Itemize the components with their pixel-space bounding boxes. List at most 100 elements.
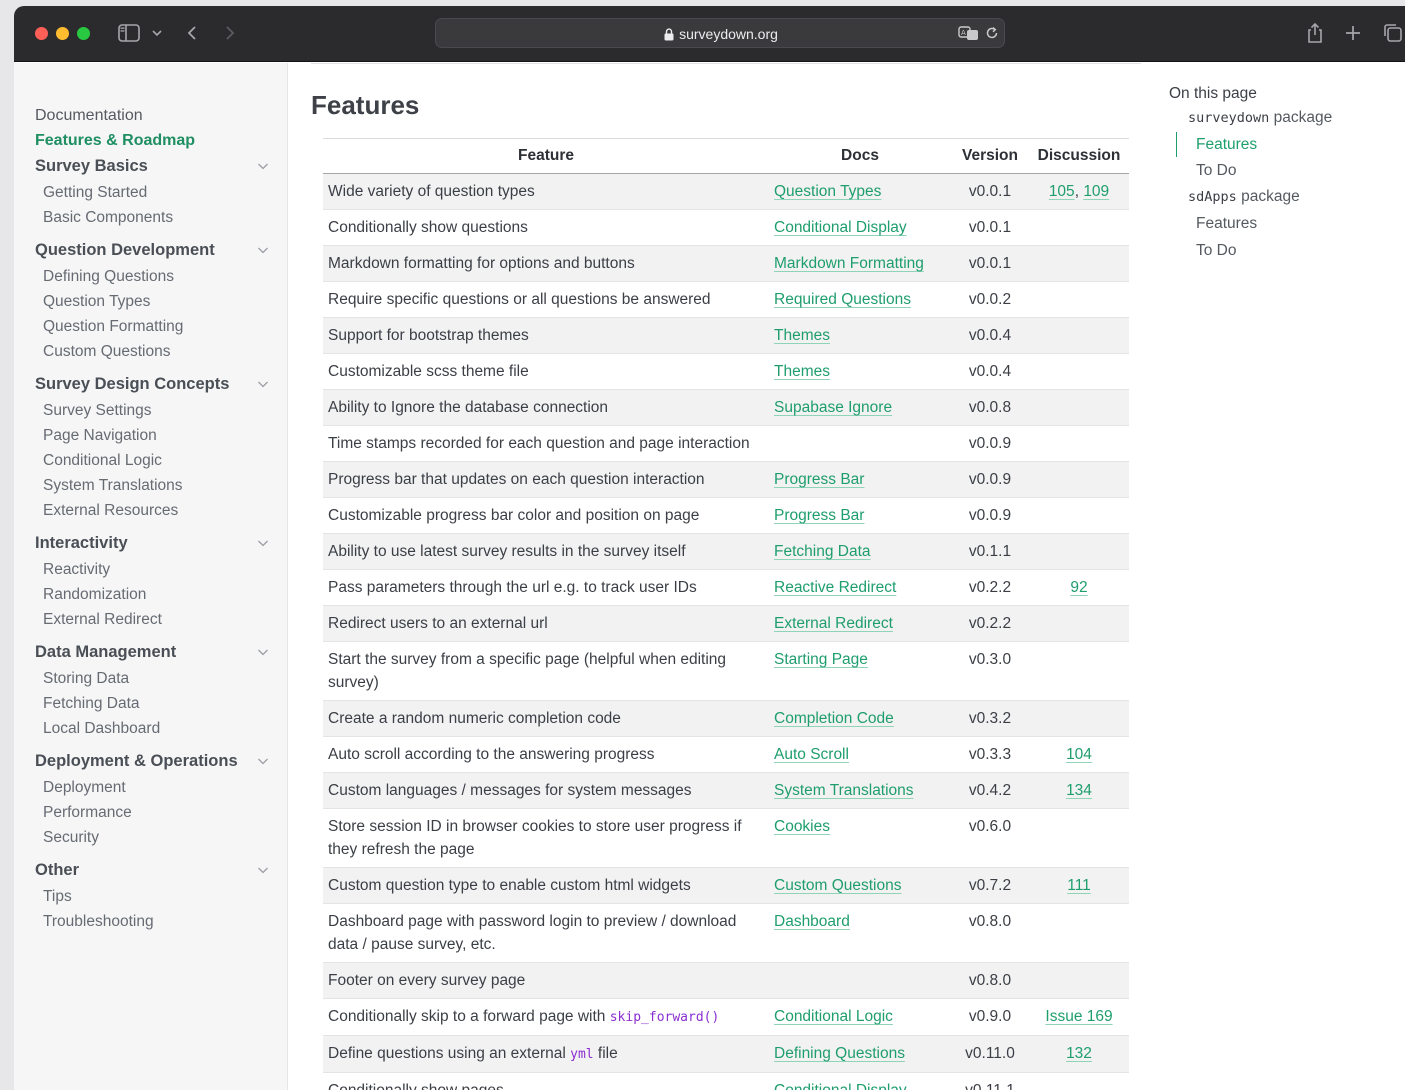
close-window-button[interactable] [35, 27, 48, 40]
sidebar-section-deployment-operations[interactable]: Deployment & Operations [35, 752, 238, 771]
docs-cell: Required Questions [769, 281, 951, 318]
sidebar-section-data-management[interactable]: Data Management [35, 643, 176, 662]
sidebar-item-storing-data[interactable]: Storing Data [43, 670, 129, 688]
docs-link[interactable]: Progress Bar [774, 471, 864, 488]
docs-link[interactable]: Starting Page [774, 651, 868, 668]
chevron-down-icon[interactable] [256, 377, 270, 391]
docs-link[interactable]: External Redirect [774, 615, 893, 632]
back-icon[interactable] [185, 24, 199, 42]
docs-link[interactable]: Progress Bar [774, 507, 864, 524]
sidebar-item-performance[interactable]: Performance [43, 804, 132, 822]
inline-code: skip_forward() [609, 1010, 720, 1025]
toc-item-to-do[interactable]: To Do [1196, 242, 1237, 260]
discussion-cell [1029, 700, 1129, 737]
docs-link[interactable]: Conditional Display [774, 219, 907, 236]
docs-link[interactable]: Custom Questions [774, 877, 902, 894]
docs-link[interactable]: Reactive Redirect [774, 579, 896, 596]
docs-link[interactable]: Markdown Formatting [774, 255, 924, 272]
docs-link[interactable]: System Translations [774, 782, 914, 799]
discussion-link[interactable]: 134 [1066, 782, 1092, 799]
new-tab-icon[interactable] [1344, 24, 1362, 42]
sidebar-item-randomization[interactable]: Randomization [43, 586, 146, 604]
docs-link[interactable]: Conditional Logic [774, 1008, 893, 1025]
sidebar-item-conditional-logic[interactable]: Conditional Logic [43, 452, 162, 470]
toc-item-sdapps-package[interactable]: sdApps package [1188, 188, 1300, 206]
discussion-link[interactable]: Issue 169 [1045, 1008, 1112, 1025]
sidebar-item-tips[interactable]: Tips [43, 888, 72, 906]
discussion-link[interactable]: 104 [1066, 746, 1092, 763]
discussion-link[interactable]: 105 [1049, 183, 1075, 200]
tab-group-chevron-down-icon[interactable] [151, 25, 163, 41]
sidebar-section-survey-design-concepts[interactable]: Survey Design Concepts [35, 375, 229, 394]
sidebar-item-custom-questions[interactable]: Custom Questions [43, 343, 171, 361]
sidebar-item-system-translations[interactable]: System Translations [43, 477, 183, 495]
sidebar-section-interactivity[interactable]: Interactivity [35, 534, 128, 553]
toc-item-surveydown-package[interactable]: surveydown package [1188, 109, 1332, 127]
table-row: Wide variety of question types Question T… [323, 173, 1129, 210]
sidebar-item-survey-settings[interactable]: Survey Settings [43, 402, 152, 420]
sidebar-item-defining-questions[interactable]: Defining Questions [43, 268, 174, 286]
sidebar-item-external-redirect[interactable]: External Redirect [43, 611, 162, 629]
chevron-down-icon[interactable] [256, 754, 270, 768]
discussion-link[interactable]: 92 [1070, 579, 1087, 596]
sidebar-item-features-roadmap[interactable]: Features & Roadmap [35, 132, 195, 150]
sidebar-item-troubleshooting[interactable]: Troubleshooting [43, 913, 154, 931]
sidebar-item-question-formatting[interactable]: Question Formatting [43, 318, 183, 336]
chevron-down-icon[interactable] [256, 645, 270, 659]
docs-link[interactable]: Fetching Data [774, 543, 871, 560]
address-bar[interactable]: surveydown.org A [435, 18, 1005, 48]
toc-item-features[interactable]: Features [1196, 215, 1257, 233]
chevron-down-icon[interactable] [256, 159, 270, 173]
reload-icon[interactable] [985, 25, 999, 46]
sidebar-item-documentation[interactable]: Documentation [35, 107, 143, 125]
sidebar-item-reactivity[interactable]: Reactivity [43, 561, 110, 579]
docs-link[interactable]: Cookies [774, 818, 830, 835]
docs-link[interactable]: Themes [774, 363, 830, 380]
feature-cell: Conditionally skip to a forward page wit… [323, 998, 769, 1036]
sidebar-section-other[interactable]: Other [35, 861, 79, 880]
discussion-link[interactable]: 109 [1083, 183, 1109, 200]
discussion-cell [1029, 389, 1129, 426]
sidebar-item-getting-started[interactable]: Getting Started [43, 184, 147, 202]
sidebar-item-fetching-data[interactable]: Fetching Data [43, 695, 140, 713]
docs-link[interactable]: Supabase Ignore [774, 399, 892, 416]
sidebar-section-question-development[interactable]: Question Development [35, 241, 215, 260]
toc-item-to-do[interactable]: To Do [1196, 162, 1237, 180]
sidebar-item-security[interactable]: Security [43, 829, 99, 847]
version-cell: v0.0.8 [951, 389, 1029, 426]
sidebar-item-deployment[interactable]: Deployment [43, 779, 126, 797]
docs-link[interactable]: Completion Code [774, 710, 894, 727]
chevron-down-icon[interactable] [256, 863, 270, 877]
share-icon[interactable] [1306, 22, 1324, 44]
chevron-down-icon[interactable] [256, 536, 270, 550]
sidebar-section-survey-basics[interactable]: Survey Basics [35, 157, 148, 176]
version-cell: v0.11.1 [951, 1072, 1029, 1090]
discussion-link[interactable]: 132 [1066, 1045, 1092, 1062]
discussion-link[interactable]: 111 [1067, 877, 1091, 894]
sidebar-item-local-dashboard[interactable]: Local Dashboard [43, 720, 160, 738]
chevron-down-icon[interactable] [256, 243, 270, 257]
table-row: Pass parameters through the url e.g. to … [323, 569, 1129, 606]
toc-code-label: surveydown [1188, 110, 1270, 126]
minimize-window-button[interactable] [56, 27, 69, 40]
tab-overview-icon[interactable] [1383, 23, 1403, 43]
forward-icon[interactable] [223, 24, 237, 42]
version-cell: v0.0.1 [951, 245, 1029, 282]
docs-link[interactable]: Dashboard [774, 913, 850, 930]
feature-cell: Conditionally show pages [323, 1072, 769, 1090]
docs-link[interactable]: Question Types [774, 183, 881, 200]
docs-link[interactable]: Auto Scroll [774, 746, 849, 763]
toc-item-features[interactable]: Features [1196, 136, 1257, 154]
feature-text: Conditionally show questions [328, 219, 528, 236]
docs-link[interactable]: Conditional Display [774, 1082, 907, 1090]
sidebar-item-external-resources[interactable]: External Resources [43, 502, 178, 520]
docs-link[interactable]: Themes [774, 327, 830, 344]
docs-link[interactable]: Defining Questions [774, 1045, 905, 1062]
zoom-window-button[interactable] [77, 27, 90, 40]
sidebar-item-basic-components[interactable]: Basic Components [43, 209, 173, 227]
sidebar-item-page-navigation[interactable]: Page Navigation [43, 427, 157, 445]
sidebar-item-question-types[interactable]: Question Types [43, 293, 150, 311]
sidebar-toggle-icon[interactable] [118, 24, 140, 42]
docs-link[interactable]: Required Questions [774, 291, 911, 308]
translate-icon[interactable]: A [958, 25, 980, 46]
